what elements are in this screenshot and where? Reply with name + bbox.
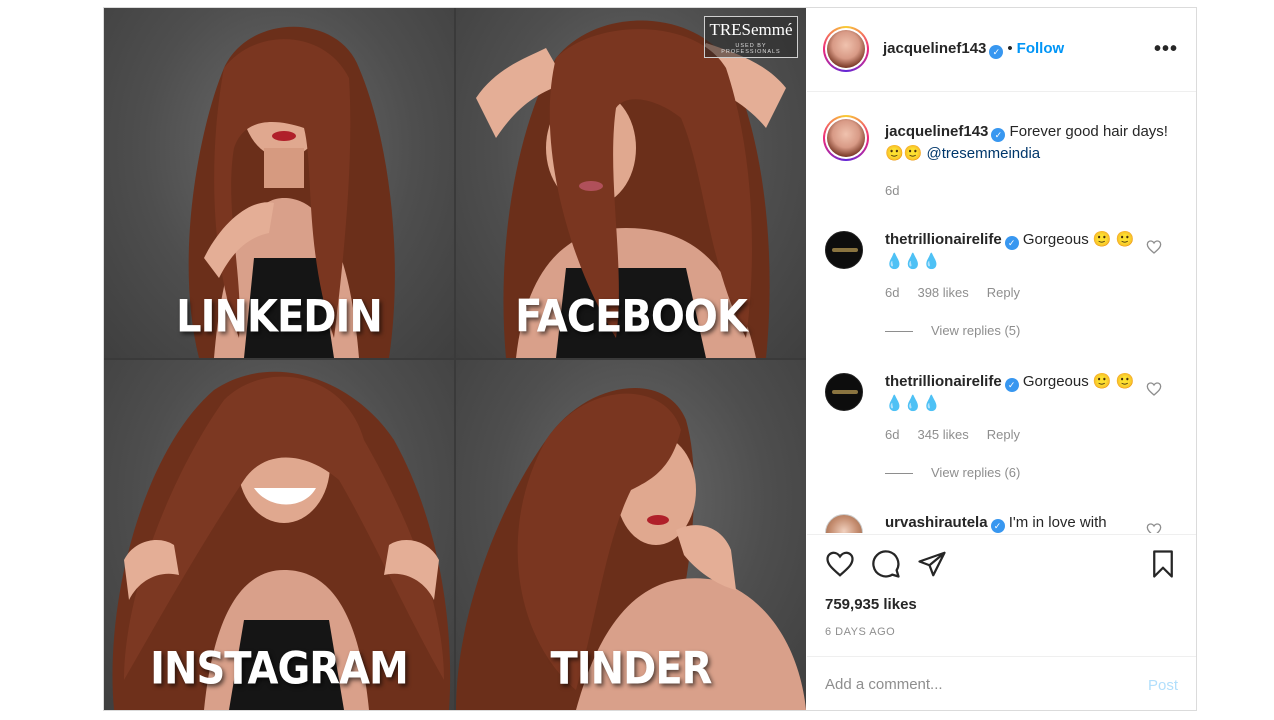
image-tile-facebook: TRESemmé USED BY PROFESSIONALS FACEBOOK (456, 8, 806, 358)
verified-badge-icon: ✓ (991, 128, 1006, 142)
instagram-post: LINKEDIN TRESemmé USED BY PROFESSIONALS … (103, 7, 1197, 711)
verified-badge-icon: ✓ (1004, 236, 1019, 250)
image-tile-linkedin: LINKEDIN (104, 8, 454, 358)
username-link[interactable]: thetrillionairelife (885, 373, 1002, 390)
share-send-icon[interactable] (917, 549, 947, 579)
tresemme-logo: TRESemmé USED BY PROFESSIONALS (704, 16, 798, 58)
header-user: jacquelinef143 ✓ • Follow (883, 40, 1064, 59)
like-comment-heart-icon[interactable] (1146, 522, 1162, 533)
like-heart-icon[interactable] (825, 549, 855, 579)
post-caption: jacquelinef143 ✓ Forever good hair days! … (885, 121, 1175, 165)
view-replies-label: View replies (5) (931, 323, 1021, 338)
reply-button[interactable]: Reply (987, 427, 1020, 442)
post-image[interactable]: LINKEDIN TRESemmé USED BY PROFESSIONALS … (104, 8, 806, 710)
more-options-icon[interactable]: ••• (1154, 38, 1178, 61)
post-date[interactable]: 6 DAYS AGO (825, 626, 895, 638)
view-replies-label: View replies (6) (931, 465, 1021, 480)
comment-time[interactable]: 6d (885, 427, 899, 442)
brand-name: TRESemmé (709, 20, 793, 39)
username-link[interactable]: urvashirautela (885, 514, 988, 531)
username-link[interactable]: thetrillionairelife (885, 231, 1002, 248)
tile-caption: TINDER (550, 643, 713, 695)
comment-likes[interactable]: 345 likes (917, 427, 968, 442)
reply-button[interactable]: Reply (987, 285, 1020, 300)
caption-timestamp[interactable]: 6d (885, 183, 899, 198)
tile-caption: INSTAGRAM (150, 643, 409, 695)
comment-text: thetrillionairelife ✓ Gorgeous 🙂 🙂💧💧💧 (885, 371, 1145, 415)
username-link[interactable]: jacquelinef143 (883, 40, 986, 57)
avatar[interactable] (825, 373, 863, 411)
comment-text: thetrillionairelife ✓ Gorgeous 🙂 🙂💧💧💧 (885, 229, 1145, 273)
verified-badge-icon: ✓ (990, 519, 1005, 533)
avatar[interactable] (825, 231, 863, 269)
avatar[interactable] (823, 26, 869, 72)
like-comment-heart-icon[interactable] (1146, 381, 1162, 397)
comment-body: I'm in love with (1004, 514, 1107, 531)
like-comment-heart-icon[interactable] (1146, 239, 1162, 255)
avatar[interactable] (823, 115, 869, 161)
verified-badge-icon: ✓ (1004, 378, 1019, 392)
username-link[interactable]: jacquelinef143 (885, 123, 988, 140)
comment-meta: 6d 345 likes Reply (885, 427, 1038, 442)
add-comment-bar: Post (807, 656, 1196, 710)
post-comment-button[interactable]: Post (1148, 677, 1178, 694)
comment-meta: 6d 398 likes Reply (885, 285, 1038, 300)
comments-list[interactable]: jacquelinef143 ✓ Forever good hair days! … (807, 93, 1196, 533)
verified-badge-icon: ✓ (989, 45, 1004, 59)
comment-time[interactable]: 6d (885, 285, 899, 300)
view-replies-button[interactable]: View replies (6) (885, 465, 1020, 480)
separator: • (1007, 40, 1013, 57)
comment-input[interactable] (825, 671, 1125, 697)
comment-likes[interactable]: 398 likes (917, 285, 968, 300)
image-tile-instagram: INSTAGRAM (104, 360, 454, 710)
bookmark-icon[interactable] (1148, 549, 1178, 579)
tile-caption: LINKEDIN (176, 291, 383, 343)
image-tile-tinder: TINDER (456, 360, 806, 710)
post-header: jacquelinef143 ✓ • Follow ••• (807, 8, 1196, 92)
avatar[interactable] (825, 514, 863, 533)
mention-link[interactable]: @tresemmeindia (927, 145, 1041, 162)
view-replies-button[interactable]: View replies (5) (885, 323, 1020, 338)
post-actions: 759,935 likes 6 DAYS AGO (807, 534, 1196, 656)
likes-count[interactable]: 759,935 likes (825, 596, 917, 613)
post-sidebar: jacquelinef143 ✓ • Follow ••• jacquelinef14… (807, 8, 1196, 710)
comment-text: urvashirautela ✓ I'm in love with (885, 512, 1145, 533)
brand-tagline: USED BY PROFESSIONALS (721, 43, 781, 55)
tile-caption: FACEBOOK (515, 291, 748, 343)
follow-button[interactable]: Follow (1017, 40, 1065, 57)
comment-bubble-icon[interactable] (871, 549, 901, 579)
